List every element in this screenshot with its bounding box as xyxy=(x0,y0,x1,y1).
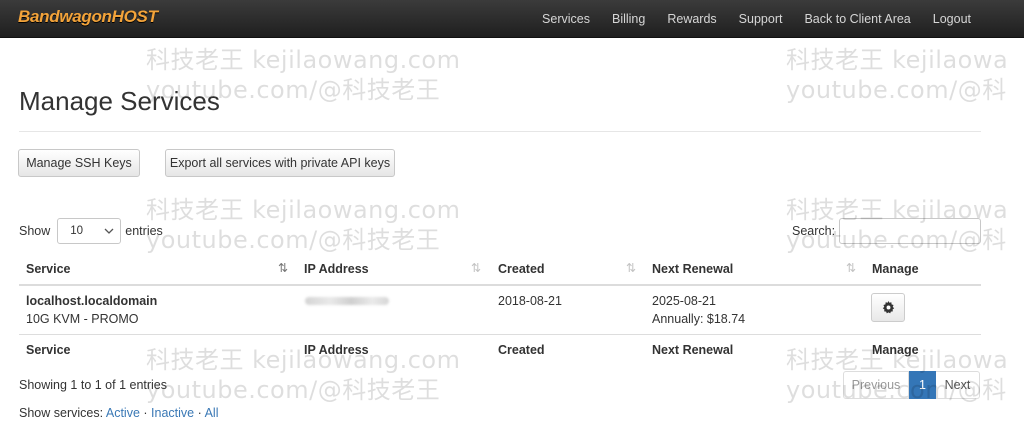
service-hostname[interactable]: localhost.localdomain xyxy=(26,294,157,308)
sort-icon[interactable]: ⇅ xyxy=(846,261,856,275)
nav-support[interactable]: Support xyxy=(739,12,783,26)
filter-inactive-link[interactable]: Inactive xyxy=(151,406,194,420)
watermark-text: youtube.com/@科技老王 xyxy=(146,376,441,404)
pagination-page-1[interactable]: 1 xyxy=(909,371,936,399)
manage-ssh-keys-button[interactable]: Manage SSH Keys xyxy=(18,149,140,177)
title-divider xyxy=(19,131,981,132)
created-date: 2018-08-21 xyxy=(498,294,562,308)
nav-billing[interactable]: Billing xyxy=(612,12,645,26)
search-label: Search: xyxy=(792,224,836,238)
entries-select[interactable]: 10 xyxy=(57,218,122,244)
watermark-text: 科技老王 kejilaowa xyxy=(786,46,1009,74)
header-next-renewal[interactable]: Next Renewal xyxy=(652,262,733,276)
pagination-next-button[interactable]: Next xyxy=(936,371,980,399)
entries-length-control: Show 10 entries xyxy=(19,218,163,244)
sort-asc-icon[interactable]: ⇅ xyxy=(278,261,288,275)
footer-header-manage: Manage xyxy=(872,343,919,357)
search-input[interactable] xyxy=(839,218,982,244)
table-info: Showing 1 to 1 of 1 entries xyxy=(19,378,168,392)
entries-select-value: 10 xyxy=(70,225,84,237)
nav-services[interactable]: Services xyxy=(542,12,590,26)
nav-rewards[interactable]: Rewards xyxy=(667,12,716,26)
nav-logout[interactable]: Logout xyxy=(933,12,971,26)
row-divider xyxy=(19,334,981,335)
header-created[interactable]: Created xyxy=(498,262,545,276)
pagination-previous-button[interactable]: Previous xyxy=(843,371,909,399)
watermark-text: 科技老王 kejilaowang.com xyxy=(146,196,461,224)
sort-icon[interactable]: ⇅ xyxy=(471,261,481,275)
footer-header-service: Service xyxy=(26,343,71,357)
service-status-filter: Show services: Active · Inactive · All xyxy=(19,406,219,420)
export-services-button[interactable]: Export all services with private API key… xyxy=(165,149,395,177)
brand-logo[interactable]: BandwagonHOST xyxy=(18,7,158,27)
renewal-date: 2025-08-21 xyxy=(652,294,716,308)
nav-links: Services Billing Rewards Support Back to… xyxy=(542,0,1024,37)
header-divider xyxy=(19,284,981,286)
manage-service-button[interactable] xyxy=(871,293,905,322)
nav-back-to-client-area[interactable]: Back to Client Area xyxy=(804,12,910,26)
watermark-text: youtube.com/@科 xyxy=(786,76,1007,104)
filter-separator: · xyxy=(143,406,148,420)
top-navbar: BandwagonHOST Services Billing Rewards S… xyxy=(0,0,1024,38)
footer-header-created: Created xyxy=(498,343,545,357)
sort-icon[interactable]: ⇅ xyxy=(626,261,636,275)
footer-header-ip-address: IP Address xyxy=(304,343,369,357)
header-ip-address[interactable]: IP Address xyxy=(304,262,369,276)
ip-address-redacted xyxy=(305,297,389,305)
pagination: Previous 1 Next xyxy=(843,371,980,399)
header-service[interactable]: Service xyxy=(26,262,70,276)
show-services-label: Show services: xyxy=(19,406,104,420)
filter-active-link[interactable]: Active xyxy=(106,406,140,420)
entries-label: entries xyxy=(125,224,163,238)
filter-all-link[interactable]: All xyxy=(205,406,219,420)
renewal-price: Annually: $18.74 xyxy=(652,312,746,326)
table-search: Search: xyxy=(792,218,982,244)
page-title: Manage Services xyxy=(19,86,220,116)
watermark-text: 科技老王 kejilaowang.com xyxy=(146,46,461,74)
service-plan: 10G KVM - PROMO xyxy=(26,312,139,326)
gear-icon xyxy=(882,301,894,314)
filter-separator: · xyxy=(197,406,202,420)
header-manage: Manage xyxy=(872,262,919,276)
chevron-down-icon xyxy=(104,228,114,234)
watermark-text: youtube.com/@科技老王 xyxy=(146,226,441,254)
footer-header-next-renewal: Next Renewal xyxy=(652,343,734,357)
show-label: Show xyxy=(19,224,51,238)
